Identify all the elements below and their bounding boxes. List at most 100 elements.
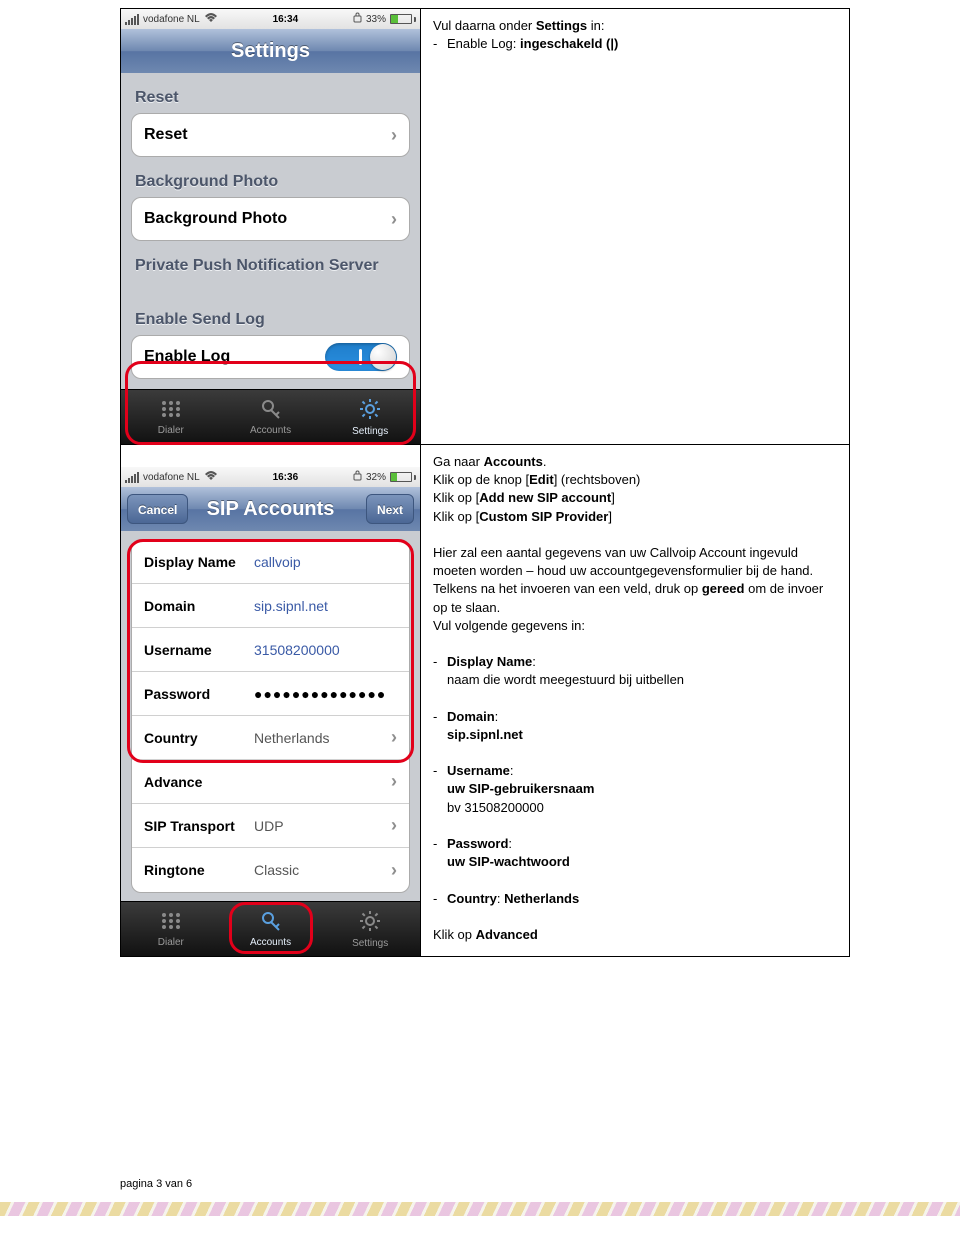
battery-pct: 33% [366, 14, 386, 25]
t: in: [587, 18, 604, 33]
clock-label: 16:34 [222, 14, 349, 25]
clock-label: 16:36 [222, 472, 349, 483]
t: ] [608, 509, 612, 524]
cell-bgphoto-label: Background Photo [144, 210, 287, 228]
battery-icon [390, 472, 416, 482]
chevron-right-icon: › [391, 815, 397, 836]
tab-bar: Dialer Accounts Settings [121, 389, 420, 444]
t: Klik op de knop [ [433, 472, 529, 487]
tab-dialer-label: Dialer [158, 937, 184, 948]
tab-accounts[interactable]: Accounts [221, 390, 321, 444]
group-header-reset: Reset [121, 73, 420, 113]
t: uw SIP-wachtwoord [447, 854, 570, 869]
status-bar: vodafone NL 16:36 32% [121, 467, 420, 487]
t: Country [447, 891, 497, 906]
tab-settings[interactable]: Settings [320, 390, 420, 444]
t: Klik op [433, 927, 476, 942]
t: Klik op [ [433, 509, 479, 524]
label: Display Name [144, 554, 254, 570]
lock-icon [353, 470, 362, 484]
label: Ringtone [144, 862, 254, 878]
carrier-label: vodafone NL [143, 472, 200, 483]
row-domain[interactable]: Domain sip.sipnl.net [132, 584, 409, 628]
group-header-push: Private Push Notification Server [121, 241, 420, 281]
t: sip.sipnl.net [447, 727, 523, 742]
chevron-right-icon: › [391, 125, 397, 146]
tab-dialer[interactable]: Dialer [121, 390, 221, 444]
wifi-icon [204, 471, 218, 484]
next-button[interactable]: Next [366, 494, 414, 524]
value: Classic [254, 862, 299, 878]
row-password[interactable]: Password ●●●●●●●●●●●●●● [132, 672, 409, 716]
bullet-country: - Country: Netherlands [433, 890, 839, 908]
t: gereed [702, 581, 745, 596]
chevron-right-icon: › [391, 727, 397, 748]
t: Ga naar [433, 454, 484, 469]
t: uw SIP-gebruikersnaam [447, 781, 594, 796]
tab-dialer-label: Dialer [158, 425, 184, 436]
t: Klik op [ [433, 490, 479, 505]
t: Vul daarna onder [433, 18, 536, 33]
t: Accounts [484, 454, 543, 469]
dialer-icon [160, 911, 182, 935]
t: . [543, 454, 547, 469]
tab-accounts-label: Accounts [250, 425, 291, 436]
t: Netherlands [504, 891, 579, 906]
dialer-icon [160, 399, 182, 423]
bullet-domain: - Domain: sip.sipnl.net [433, 708, 839, 744]
tab-settings[interactable]: Settings [320, 902, 420, 956]
t: Edit [529, 472, 554, 487]
dash-icon: - [433, 653, 447, 689]
navbar-title: SIP Accounts [207, 498, 335, 520]
t: Username [447, 763, 510, 778]
instr1-bullet: - Enable Log: ingeschakeld (|) [433, 35, 839, 53]
chevron-right-icon: › [391, 771, 397, 792]
value: callvoip [254, 554, 301, 570]
t: Settings [536, 18, 587, 33]
tab-dialer[interactable]: Dialer [121, 902, 221, 956]
instructions-row1: Vul daarna onder Settings in: - Enable L… [421, 9, 850, 445]
line-klik2: Klik op [Add new SIP account] [433, 489, 839, 507]
carrier-label: vodafone NL [143, 14, 200, 25]
row-username[interactable]: Username 31508200000 [132, 628, 409, 672]
cancel-button[interactable]: Cancel [127, 494, 188, 524]
label: SIP Transport [144, 818, 254, 834]
navbar: Cancel SIP Accounts Next [121, 487, 420, 531]
footer-stripe [0, 1202, 960, 1216]
wifi-icon [204, 13, 218, 26]
gear-icon [359, 398, 381, 424]
bullet-username: - Username: uw SIP-gebruikersnaam bv 315… [433, 762, 839, 817]
page-footer: pagina 3 van 6 [120, 1178, 192, 1190]
line-klik4: Klik op Advanced [433, 926, 839, 944]
dash-icon: - [433, 890, 447, 908]
screenshot-settings: vodafone NL 16:34 33% Settings Reset Res… [121, 9, 421, 445]
screenshot-sip-accounts: vodafone NL 16:36 32% Cancel SIP Account… [121, 445, 421, 957]
key-icon [260, 399, 282, 423]
cell-enable-log-label: Enable Log [144, 348, 230, 366]
value: sip.sipnl.net [254, 598, 328, 614]
dash-icon: - [433, 35, 447, 53]
chevron-right-icon: › [391, 860, 397, 881]
value: 31508200000 [254, 642, 340, 658]
row-advance[interactable]: Advance › [132, 760, 409, 804]
cell-bgphoto[interactable]: Background Photo › [131, 197, 410, 241]
cell-reset[interactable]: Reset › [131, 113, 410, 157]
cell-reset-label: Reset [144, 126, 188, 144]
dash-icon: - [433, 835, 447, 871]
row-display-name[interactable]: Display Name callvoip [132, 540, 409, 584]
dash-icon: - [433, 762, 447, 817]
bullet-display-name: - Display Name: naam die wordt meegestuu… [433, 653, 839, 689]
row-sip-transport[interactable]: SIP Transport UDP › [132, 804, 409, 848]
t: Password [447, 836, 508, 851]
toggle-on-icon[interactable] [325, 343, 397, 371]
cell-enable-log[interactable]: Enable Log [131, 335, 410, 379]
t: Display Name [447, 654, 532, 669]
tab-accounts[interactable]: Accounts [221, 902, 321, 956]
t: Custom SIP Provider [479, 509, 608, 524]
para1: Hier zal een aantal gegevens van uw Call… [433, 544, 839, 617]
label: Domain [144, 598, 254, 614]
chevron-right-icon: › [391, 209, 397, 230]
row-country[interactable]: Country Netherlands › [132, 716, 409, 760]
row-ringtone[interactable]: Ringtone Classic › [132, 848, 409, 892]
para2: Vul volgende gegevens in: [433, 617, 839, 635]
